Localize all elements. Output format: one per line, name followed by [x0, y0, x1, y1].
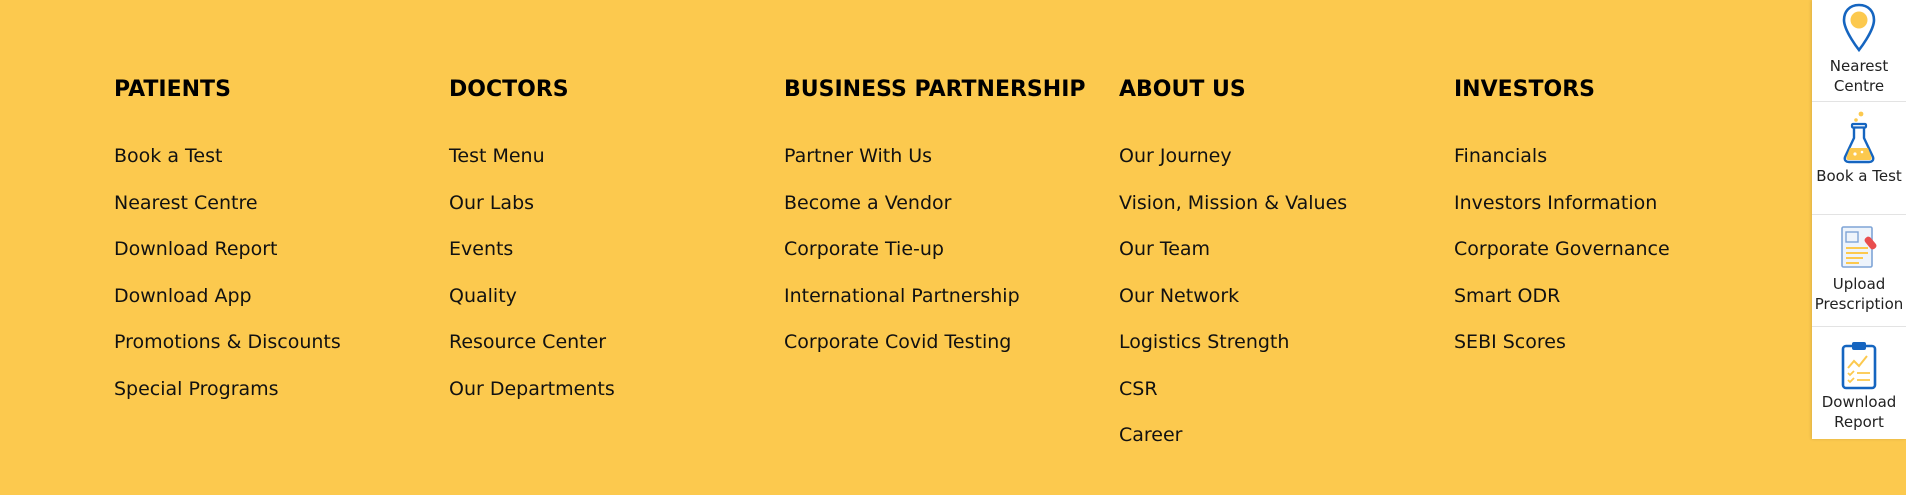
- quick-link-label: Book a Test: [1816, 167, 1902, 185]
- footer-heading: INVESTORS: [1454, 77, 1595, 102]
- footer-link[interactable]: Promotions & Discounts: [114, 330, 341, 377]
- footer-link[interactable]: Our Departments: [449, 377, 615, 424]
- footer-link[interactable]: CSR: [1119, 377, 1347, 424]
- footer-link[interactable]: Corporate Covid Testing: [784, 330, 1020, 377]
- location-pin-icon: [1842, 3, 1876, 53]
- quick-links-panel: Nearest Centre Book a Test Upload Prescr…: [1812, 0, 1906, 439]
- footer-link[interactable]: Nearest Centre: [114, 191, 341, 238]
- footer-link-list: Our Journey Vision, Mission & Values Our…: [1119, 144, 1347, 470]
- footer-link-list: Partner With Us Become a Vendor Corporat…: [784, 144, 1020, 377]
- footer-link[interactable]: Events: [449, 237, 615, 284]
- footer-column-doctors: DOCTORS Test Menu Our Labs Events Qualit…: [449, 76, 779, 400]
- footer-link-list: Test Menu Our Labs Events Quality Resour…: [449, 144, 615, 423]
- footer-link[interactable]: Vision, Mission & Values: [1119, 191, 1347, 238]
- footer-heading: BUSINESS PARTNERSHIP: [784, 77, 1086, 102]
- quick-link-label: Upload Prescription: [1814, 275, 1904, 313]
- footer-link[interactable]: Logistics Strength: [1119, 330, 1347, 377]
- quick-link-label: Nearest Centre: [1829, 57, 1889, 95]
- footer-link[interactable]: Book a Test: [114, 144, 341, 191]
- footer-link[interactable]: Our Journey: [1119, 144, 1347, 191]
- flask-icon: [1843, 111, 1875, 164]
- footer-column-about-us: ABOUT US Our Journey Vision, Mission & V…: [1119, 76, 1449, 446]
- quick-link-book-a-test[interactable]: Book a Test: [1812, 110, 1906, 186]
- footer-heading: ABOUT US: [1119, 77, 1246, 102]
- divider: [1812, 101, 1906, 102]
- footer-link[interactable]: Quality: [449, 284, 615, 331]
- footer-link[interactable]: Financials: [1454, 144, 1670, 191]
- footer-link[interactable]: Partner With Us: [784, 144, 1020, 191]
- footer-link[interactable]: SEBI Scores: [1454, 330, 1670, 377]
- footer-link-list: Financials Investors Information Corpora…: [1454, 144, 1670, 377]
- footer-link[interactable]: Our Team: [1119, 237, 1347, 284]
- quick-link-upload-prescription[interactable]: Upload Prescription: [1812, 222, 1906, 314]
- footer-link[interactable]: Special Programs: [114, 377, 341, 424]
- prescription-icon: [1841, 226, 1877, 268]
- clipboard-report-icon: [1841, 342, 1877, 390]
- quick-link-download-report[interactable]: Download Report: [1812, 340, 1906, 432]
- footer-link[interactable]: International Partnership: [784, 284, 1020, 331]
- site-footer: PATIENTS Book a Test Nearest Centre Down…: [0, 0, 1812, 495]
- footer-link[interactable]: Investors Information: [1454, 191, 1670, 238]
- footer-link[interactable]: Corporate Governance: [1454, 237, 1670, 284]
- footer-link[interactable]: Download Report: [114, 237, 341, 284]
- footer-heading: PATIENTS: [114, 77, 231, 102]
- divider: [1812, 326, 1906, 327]
- footer-heading: DOCTORS: [449, 77, 569, 102]
- footer-link[interactable]: Corporate Tie-up: [784, 237, 1020, 284]
- footer-link[interactable]: Resource Center: [449, 330, 615, 377]
- divider: [1812, 214, 1906, 215]
- footer-link[interactable]: Download App: [114, 284, 341, 331]
- footer-column-business-partnership: BUSINESS PARTNERSHIP Partner With Us Bec…: [784, 76, 1114, 353]
- footer-link-list: Book a Test Nearest Centre Download Repo…: [114, 144, 341, 423]
- footer-link[interactable]: Become a Vendor: [784, 191, 1020, 238]
- footer-link[interactable]: Our Network: [1119, 284, 1347, 331]
- footer-column-investors: INVESTORS Financials Investors Informati…: [1454, 76, 1784, 353]
- footer-link[interactable]: Test Menu: [449, 144, 615, 191]
- footer-link[interactable]: Career: [1119, 423, 1347, 470]
- quick-link-nearest-centre[interactable]: Nearest Centre: [1812, 2, 1906, 96]
- quick-link-label: Download Report: [1821, 393, 1897, 431]
- footer-link[interactable]: Smart ODR: [1454, 284, 1670, 331]
- footer-column-patients: PATIENTS Book a Test Nearest Centre Down…: [114, 76, 444, 400]
- footer-link[interactable]: Our Labs: [449, 191, 615, 238]
